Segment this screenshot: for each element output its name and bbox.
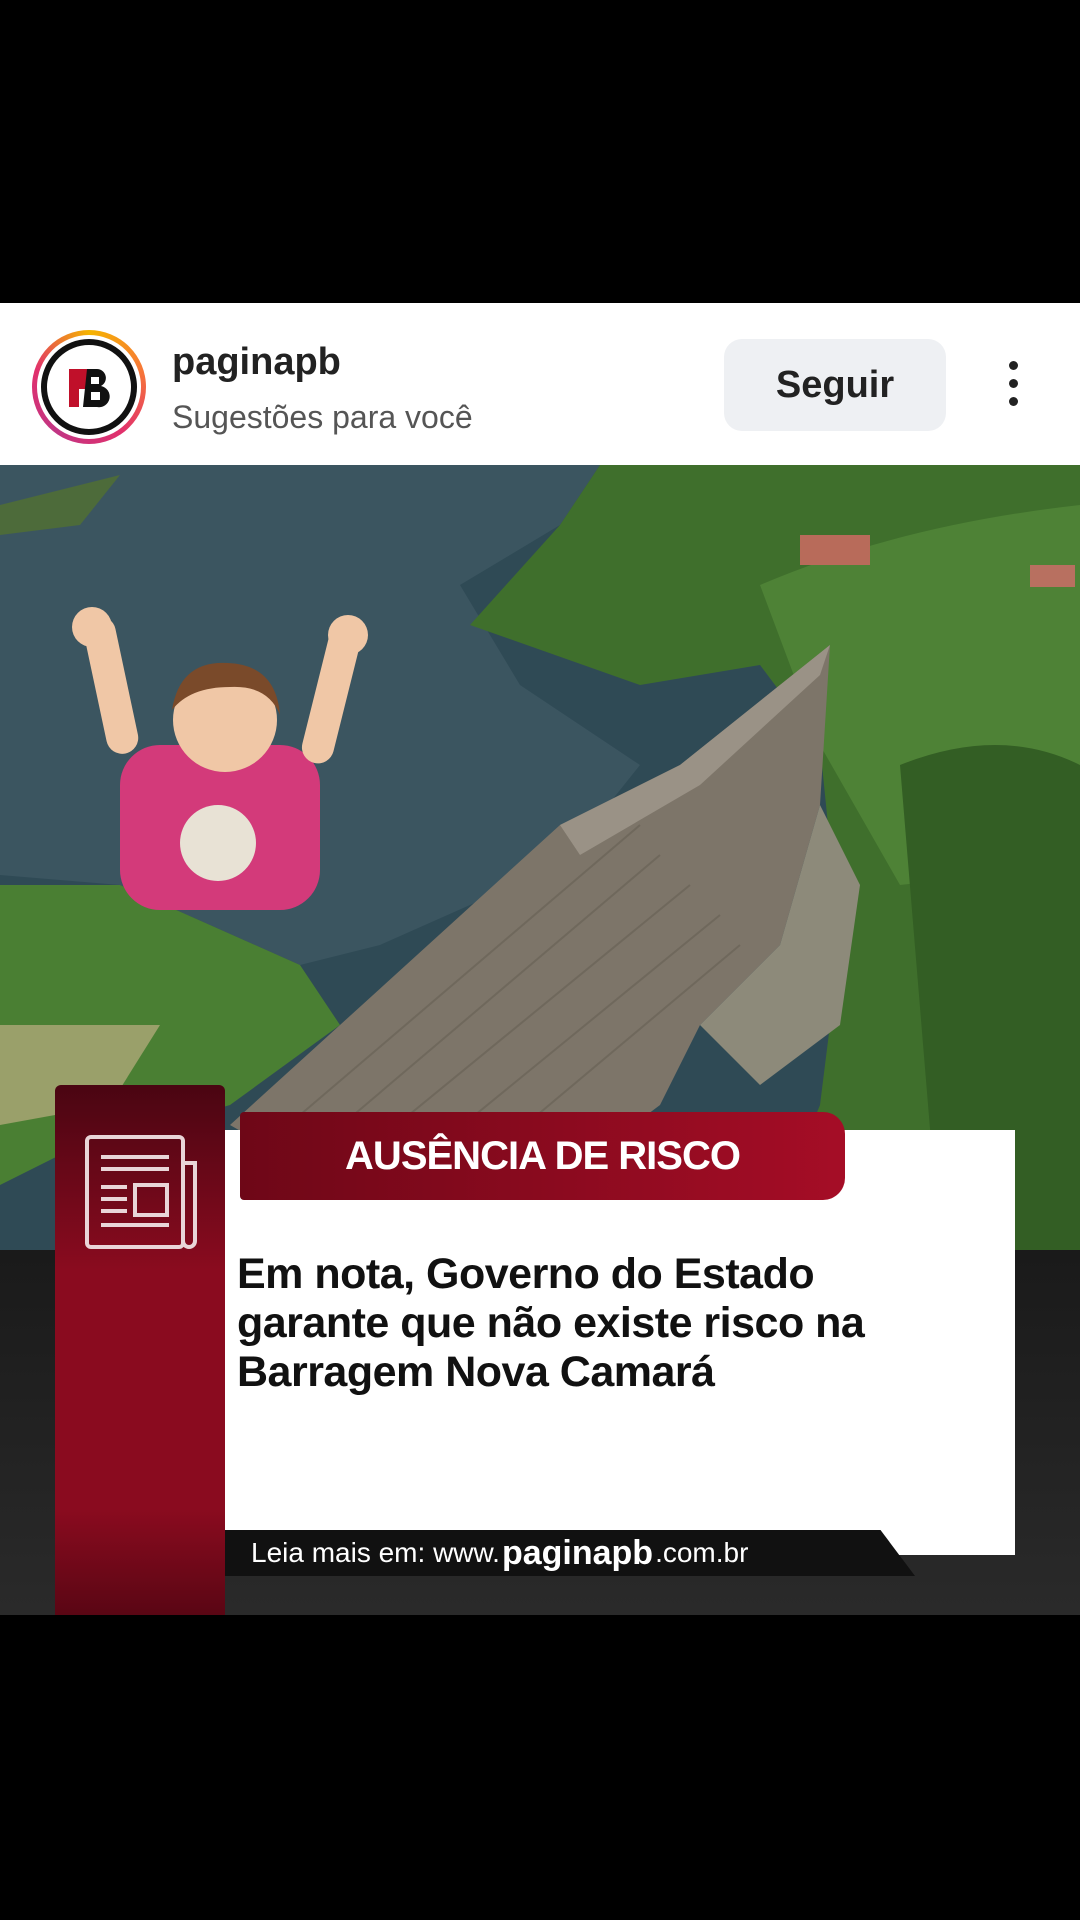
read-more-bar: Leia mais em: www. paginapb .com.br [225, 1530, 915, 1576]
follow-button[interactable]: Seguir [724, 339, 946, 431]
username[interactable]: paginapb [172, 341, 341, 384]
category-badge: AUSÊNCIA DE RISCO [240, 1112, 845, 1200]
avatar[interactable] [41, 339, 137, 435]
post-image[interactable]: AUSÊNCIA DE RISCO Em nota, Governo do Es… [0, 465, 1080, 1615]
newspaper-icon [85, 1135, 197, 1249]
post-header: paginapb Sugestões para você Seguir [0, 303, 1080, 465]
news-headline: Em nota, Governo do Estado garante que n… [237, 1250, 865, 1396]
paginapb-logo-icon [49, 347, 129, 427]
suggestion-label: Sugestões para você [172, 399, 473, 435]
read-more-prefix: Leia mais em: www. [251, 1537, 500, 1568]
story-ring[interactable] [32, 330, 146, 444]
read-more-brand: paginapb [501, 1533, 654, 1572]
read-more-suffix: .com.br [655, 1537, 749, 1568]
more-options-icon[interactable] [996, 361, 1030, 411]
sidebar-panel [55, 1085, 225, 1615]
